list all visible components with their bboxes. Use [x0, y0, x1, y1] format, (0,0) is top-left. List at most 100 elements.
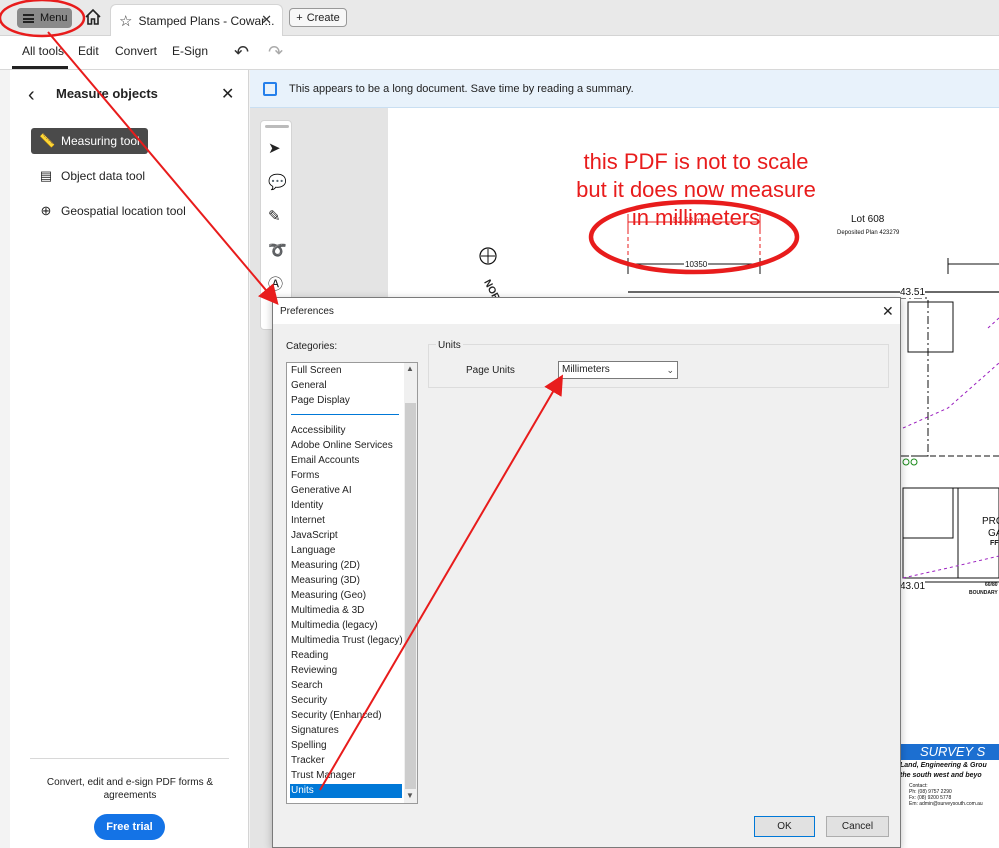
category-item[interactable]: Page Display	[290, 394, 402, 408]
active-tab-indicator	[12, 66, 68, 69]
category-item[interactable]: Reading	[290, 649, 402, 663]
banner-text[interactable]: This appears to be a long document. Save…	[289, 83, 634, 95]
menu-button[interactable]: Menu	[17, 8, 72, 28]
scroll-down-icon[interactable]: ▼	[406, 791, 414, 800]
free-trial-button[interactable]: Free trial	[94, 814, 165, 840]
redo-icon[interactable]: ↷	[268, 42, 283, 63]
ga-text: GA	[988, 528, 999, 539]
document-tab[interactable]: ☆ Stamped Plans - Cowar... ✕	[110, 4, 283, 36]
categories-label: Categories:	[286, 341, 338, 352]
geospatial-tool-label: Geospatial location tool	[61, 204, 186, 218]
category-item[interactable]: Search	[290, 679, 402, 693]
category-item[interactable]: Multimedia Trust (legacy)	[290, 634, 403, 648]
scrollbar-thumb[interactable]	[405, 403, 416, 789]
menu-button-label: Menu	[40, 12, 68, 24]
units-group-label: Units	[436, 340, 463, 351]
create-button-label: Create	[306, 11, 340, 24]
dialog-title: Preferences	[280, 306, 334, 317]
measure-label: 51.53 mm	[673, 216, 709, 225]
category-item[interactable]: Reviewing	[290, 664, 402, 678]
scroll-up-icon[interactable]: ▲	[406, 364, 414, 373]
elevation-value-2: 43.01	[900, 581, 926, 592]
category-item[interactable]: Language	[290, 544, 402, 558]
text-box-icon[interactable]: Ⓐ	[268, 273, 283, 294]
deposited-plan-label: Deposited Plan 423279	[837, 230, 900, 236]
geospatial-tool-item[interactable]: ⊕ Geospatial location tool	[31, 198, 194, 224]
category-item[interactable]: Measuring (Geo)	[290, 589, 402, 603]
category-item[interactable]: General	[290, 379, 402, 393]
cancel-button[interactable]: Cancel	[826, 816, 889, 837]
star-icon[interactable]: ☆	[119, 12, 132, 30]
category-item[interactable]: Signatures	[290, 724, 402, 738]
category-item[interactable]: Accessibility	[290, 424, 402, 438]
highlight-pen-icon[interactable]: ✎	[268, 207, 281, 225]
tab-convert[interactable]: Convert	[115, 44, 157, 58]
category-item[interactable]: JavaScript	[290, 529, 402, 543]
categories-scrollbar[interactable]: ▲ ▼	[404, 363, 417, 803]
hamburger-icon	[23, 13, 34, 23]
create-button[interactable]: + Create	[289, 8, 347, 27]
category-item[interactable]: Forms	[290, 469, 402, 483]
page-units-value: Millimeters	[562, 364, 610, 375]
category-item[interactable]: Trust Manager	[290, 769, 402, 783]
measure-objects-panel: ‹ Measure objects ✕ 📏 Measuring tool ▤ O…	[10, 70, 249, 848]
tab-e-sign[interactable]: E-Sign	[172, 44, 208, 58]
survey-contact: Contact: Ph: (08) 9757 2290 Fx: (08) 920…	[909, 783, 983, 807]
close-dialog-icon[interactable]: ✕	[882, 303, 894, 320]
title-bar: Menu ☆ Stamped Plans - Cowar... ✕ + Crea…	[0, 0, 999, 36]
category-item[interactable]: Security (Enhanced)	[290, 709, 402, 723]
annotation-line-2: but it does now measure	[576, 177, 816, 202]
category-item[interactable]: Generative AI	[290, 484, 402, 498]
plus-icon: +	[296, 11, 303, 24]
summary-banner: This appears to be a long document. Save…	[250, 70, 999, 108]
pro-text: PRO	[982, 516, 999, 527]
preferences-dialog: Preferences ✕ Categories: Full Screen Ge…	[272, 297, 901, 848]
select-cursor-icon[interactable]: ➤	[268, 139, 281, 157]
category-item[interactable]: Security	[290, 694, 402, 708]
category-item[interactable]: Tracker	[290, 754, 402, 768]
boundary-text: BOUNDARY	[969, 590, 998, 596]
panel-title: Measure objects	[56, 86, 158, 101]
undo-icon[interactable]: ↶	[234, 42, 249, 63]
chevron-down-icon: ⌄	[666, 365, 674, 375]
grip-handle[interactable]	[265, 125, 289, 128]
survey-subtitle: Land, Engineering & Grou	[900, 762, 987, 769]
object-data-tool-label: Object data tool	[61, 169, 146, 183]
home-icon[interactable]	[84, 8, 102, 26]
back-arrow-icon[interactable]: ‹	[28, 84, 35, 107]
contact-line: Em: admin@surveysouth.com.au	[909, 801, 983, 807]
survey-logo-text: SURVEY S	[920, 744, 986, 759]
category-item[interactable]: Adobe Online Services	[290, 439, 402, 453]
category-item[interactable]: Multimedia & 3D	[290, 604, 402, 618]
lot-label: Lot 608	[851, 214, 885, 225]
tab-all-tools[interactable]: All tools	[22, 44, 64, 58]
category-item[interactable]: Measuring (3D)	[290, 574, 402, 588]
comment-icon[interactable]: 💬	[268, 173, 287, 191]
draw-lasso-icon[interactable]: ➰	[268, 241, 287, 259]
categories-list[interactable]: Full Screen General Page Display Accessi…	[286, 362, 418, 804]
ruler-icon: 📏	[39, 133, 56, 148]
panel-divider	[30, 758, 229, 759]
measuring-tool-item[interactable]: 📏 Measuring tool	[31, 128, 148, 154]
category-item-selected[interactable]: Units	[290, 784, 402, 798]
category-item[interactable]: Identity	[290, 499, 402, 513]
elevation-value-1: 43.51	[900, 287, 926, 298]
category-item[interactable]: Measuring (2D)	[290, 559, 402, 573]
survey-subtitle-2: the south west and beyo	[900, 772, 982, 779]
tab-edit[interactable]: Edit	[78, 44, 99, 58]
close-panel-icon[interactable]: ✕	[221, 84, 234, 104]
object-data-tool-item[interactable]: ▤ Object data tool	[31, 163, 153, 189]
dimension-value: 10350	[684, 260, 709, 269]
category-item[interactable]: Full Screen	[290, 364, 402, 378]
category-item[interactable]: Internet	[290, 514, 402, 528]
ff-text: FF	[990, 540, 999, 547]
close-tab-icon[interactable]: ✕	[261, 12, 272, 28]
ok-button[interactable]: OK	[754, 816, 815, 837]
category-item[interactable]: Email Accounts	[290, 454, 402, 468]
main-toolbar: All tools Edit Convert E-Sign ↶ ↷	[0, 36, 999, 70]
category-item[interactable]: Multimedia (legacy)	[290, 619, 402, 633]
page-units-select[interactable]: Millimeters ⌄	[558, 361, 678, 379]
object-data-icon: ▤	[39, 168, 53, 183]
category-item[interactable]: Spelling	[290, 739, 402, 753]
document-tab-title: Stamped Plans - Cowar...	[138, 13, 275, 28]
